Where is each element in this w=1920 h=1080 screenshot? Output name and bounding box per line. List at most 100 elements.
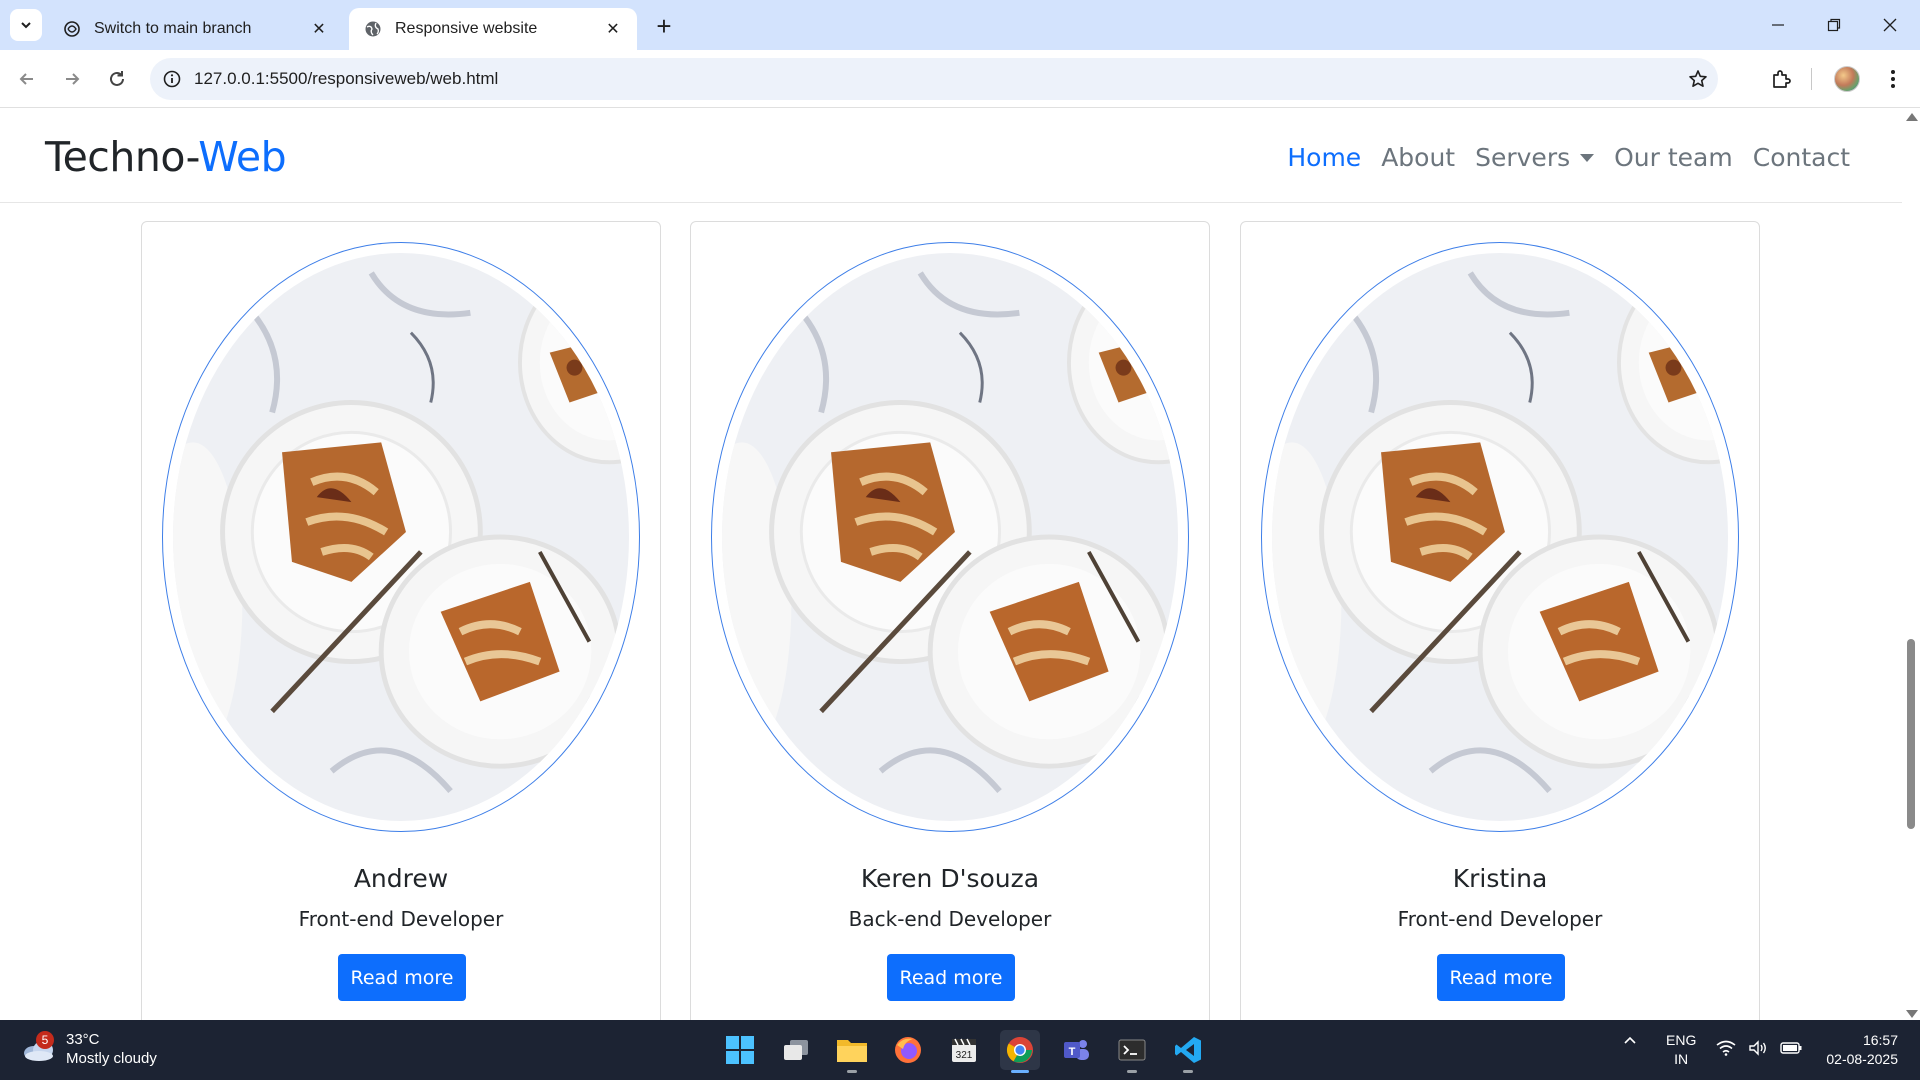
clock-date: 02-08-2025 <box>1826 1051 1898 1067</box>
team-card: Andrew Front-end Developer Read more <box>141 221 661 1020</box>
read-more-button[interactable]: Read more <box>1437 954 1565 1001</box>
chrome-icon <box>1006 1037 1033 1063</box>
input-language-indicator[interactable]: ENG IN <box>1666 1031 1696 1069</box>
team-card: Kristina Front-end Developer Read more <box>1240 221 1760 1020</box>
wifi-icon <box>1716 1040 1736 1056</box>
page-scrollbar[interactable] <box>1902 109 1920 1020</box>
teams-button[interactable]: T <box>1056 1030 1096 1070</box>
nav-contact[interactable]: Contact <box>1753 143 1850 172</box>
nav-menu: Home About Servers Our team Contact <box>1287 143 1850 172</box>
puzzle-icon <box>1773 70 1791 88</box>
vscode-button[interactable] <box>1168 1030 1208 1073</box>
restore-button[interactable] <box>1806 0 1861 50</box>
team-member-role: Front-end Developer <box>298 907 504 931</box>
nav-our-team[interactable]: Our team <box>1614 143 1733 172</box>
nav-home[interactable]: Home <box>1287 143 1361 172</box>
new-tab-button[interactable]: + <box>650 11 678 41</box>
tab-search-button[interactable] <box>10 9 42 41</box>
vscode-icon <box>1175 1037 1201 1063</box>
reload-icon <box>110 71 124 86</box>
team-member-photo <box>162 242 640 832</box>
cloud-icon: 5 <box>22 1031 56 1063</box>
language-code: ENG <box>1666 1032 1697 1048</box>
close-window-button[interactable] <box>1862 0 1917 50</box>
extensions-button[interactable] <box>1764 62 1798 96</box>
team-member-name: Andrew <box>353 864 449 893</box>
address-bar[interactable]: 127.0.0.1:5500/responsiveweb/web.html <box>150 58 1718 100</box>
brand-accent-text: Web <box>198 133 287 181</box>
url-text: 127.0.0.1:5500/responsiveweb/web.html <box>194 69 499 88</box>
team-card: Keren D'souza Back-end Developer Read mo… <box>690 221 1210 1020</box>
region-code: IN <box>1674 1051 1689 1067</box>
brand-logo[interactable]: Techno-Web <box>45 133 287 181</box>
caret-down-icon <box>1580 153 1595 162</box>
team-member-photo <box>711 242 1189 832</box>
browser-menu-button[interactable] <box>1876 62 1910 96</box>
chevron-down-icon <box>21 22 31 29</box>
scrollbar-thumb[interactable] <box>1907 639 1915 829</box>
reload-button[interactable] <box>100 62 134 96</box>
start-button[interactable] <box>720 1030 760 1070</box>
tab-responsive-website[interactable]: Responsive website ✕ <box>349 8 637 50</box>
system-tray-icons[interactable] <box>1716 1040 1802 1056</box>
nav-about[interactable]: About <box>1381 143 1455 172</box>
terminal-button[interactable] <box>1112 1030 1152 1073</box>
taskbar-apps: 321 T <box>720 1030 1208 1073</box>
scroll-up-arrow-icon[interactable] <box>1906 113 1918 121</box>
tab-title: Switch to main branch <box>94 20 252 37</box>
folder-icon <box>837 1040 867 1062</box>
team-member-photo <box>1261 242 1739 832</box>
tab-switch-to-main-branch[interactable]: Switch to main branch ✕ <box>48 8 343 50</box>
terminal-icon <box>1118 1039 1146 1061</box>
brand-text: Techno- <box>45 133 199 181</box>
food-photo-image <box>1272 253 1728 821</box>
calendar-app-button[interactable]: 321 <box>944 1030 984 1070</box>
close-tab-icon[interactable]: ✕ <box>603 19 623 39</box>
team-member-role: Back-end Developer <box>848 907 1052 931</box>
bookmark-star-icon[interactable] <box>1678 69 1718 89</box>
chatgpt-icon <box>62 19 82 39</box>
windows-logo-icon <box>726 1036 754 1064</box>
forward-button[interactable] <box>55 62 89 96</box>
browser-tab-bar: Switch to main branch ✕ Responsive websi… <box>0 0 1920 50</box>
battery-icon <box>1780 1042 1802 1054</box>
page-viewport: Techno-Web Home About Servers Our team C… <box>0 109 1920 1020</box>
show-hidden-icons-button[interactable] <box>1622 1032 1638 1048</box>
back-arrow-icon <box>19 73 33 85</box>
forward-arrow-icon <box>66 73 80 85</box>
task-view-button[interactable] <box>776 1030 816 1070</box>
scroll-down-arrow-icon[interactable] <box>1906 1010 1918 1018</box>
weather-description: Mostly cloudy <box>66 1050 157 1067</box>
close-tab-icon[interactable]: ✕ <box>309 19 329 39</box>
restore-icon <box>1827 18 1840 32</box>
site-navbar: Techno-Web Home About Servers Our team C… <box>0 109 1902 203</box>
toolbar-divider <box>1811 68 1812 90</box>
site-info-icon[interactable] <box>150 70 194 88</box>
weather-widget[interactable]: 5 33°C Mostly cloudy <box>22 1030 157 1068</box>
weather-alert-badge: 5 <box>36 1031 54 1049</box>
volume-icon <box>1749 1040 1766 1056</box>
chevron-up-icon <box>1624 1036 1636 1044</box>
task-view-icon <box>784 1040 808 1060</box>
file-explorer-button[interactable] <box>832 1030 872 1073</box>
minimize-button[interactable] <box>1750 0 1805 50</box>
chrome-button[interactable] <box>1000 1030 1040 1073</box>
firefox-icon <box>895 1037 921 1063</box>
avatar <box>1834 66 1860 92</box>
clock[interactable]: 16:57 02-08-2025 <box>1826 1031 1898 1069</box>
firefox-button[interactable] <box>888 1030 928 1070</box>
minimize-icon <box>1771 24 1784 26</box>
nav-servers-dropdown[interactable]: Servers <box>1475 143 1595 172</box>
team-member-name: Keren D'souza <box>860 864 1040 893</box>
windows-taskbar: 5 33°C Mostly cloudy 321 T ENG IN 16:57 … <box>0 1020 1920 1080</box>
back-button[interactable] <box>10 62 44 96</box>
nav-servers-label: Servers <box>1475 143 1571 172</box>
browser-toolbar: 127.0.0.1:5500/responsiveweb/web.html <box>0 50 1920 108</box>
food-photo-image <box>722 253 1178 821</box>
clapperboard-icon: 321 <box>952 1038 976 1062</box>
read-more-button[interactable]: Read more <box>338 954 466 1001</box>
read-more-button[interactable]: Read more <box>887 954 1015 1001</box>
profile-button[interactable] <box>1830 62 1864 96</box>
close-icon <box>1883 18 1896 32</box>
clock-time: 16:57 <box>1862 1032 1898 1048</box>
